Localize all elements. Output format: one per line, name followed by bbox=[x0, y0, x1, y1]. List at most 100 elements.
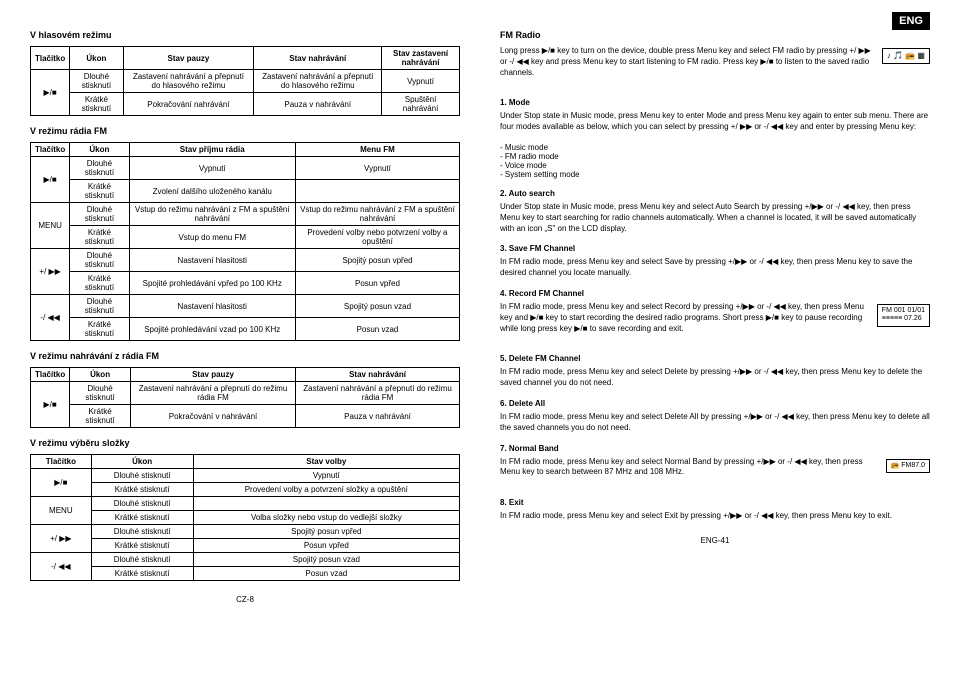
th: Stav zastavení nahrávání bbox=[382, 47, 460, 70]
td: Krátké stisknutí bbox=[70, 405, 131, 428]
paragraph: In FM radio mode, press Menu key and sel… bbox=[500, 257, 930, 279]
list-item: Music mode bbox=[500, 143, 930, 152]
td: Dlouhé stisknutí bbox=[70, 157, 129, 180]
td: Vstup do režimu nahrávání z FM a spuštěn… bbox=[295, 203, 459, 226]
td: MENU bbox=[31, 203, 70, 249]
th: Tlačítko bbox=[31, 143, 70, 157]
td: Zastavení nahrávání a přepnutí do režimu… bbox=[296, 382, 460, 405]
left-page: V hlasovém režimu Tlačítko Úkon Stav pau… bbox=[30, 20, 460, 604]
td: -/ ◀◀ bbox=[31, 295, 70, 341]
th: Menu FM bbox=[295, 143, 459, 157]
list-item: Voice mode bbox=[500, 161, 930, 170]
td: Dlouhé stisknutí bbox=[70, 203, 129, 226]
td: Provedení volby a potvrzení složky a opu… bbox=[193, 483, 459, 497]
td: ▶/■ bbox=[31, 157, 70, 203]
th: Tlačítko bbox=[31, 455, 92, 469]
td: Pauza v nahrávání bbox=[254, 93, 382, 116]
right-page: FM Radio ♪ 🎵 📻 ▦ Long press ▶/■ key to t… bbox=[500, 20, 930, 604]
td: Provedení volby nebo potvrzení volby a o… bbox=[295, 226, 459, 249]
td: Posun vzad bbox=[295, 318, 459, 341]
th: Úkon bbox=[70, 47, 123, 70]
td: Dlouhé stisknutí bbox=[91, 469, 193, 483]
td: Nastavení hlasitosti bbox=[129, 295, 295, 318]
td: Krátké stisknutí bbox=[70, 93, 123, 116]
td: Krátké stisknutí bbox=[91, 567, 193, 581]
td: Krátké stisknutí bbox=[91, 511, 193, 525]
td: ▶/■ bbox=[31, 70, 70, 116]
lcd-band: 📻 FM87.0 bbox=[886, 459, 930, 473]
td: Spojité prohledávání vpřed po 100 KHz bbox=[129, 272, 295, 295]
td: Zvolení dalšího uloženého kanálu bbox=[129, 180, 295, 203]
td bbox=[295, 180, 459, 203]
td: Krátké stisknutí bbox=[70, 226, 129, 249]
heading-delete: 5. Delete FM Channel bbox=[500, 354, 930, 363]
page-title: FM Radio bbox=[500, 30, 930, 40]
td: Krátké stisknutí bbox=[91, 539, 193, 553]
td: Krátké stisknutí bbox=[70, 180, 129, 203]
paragraph: In FM radio mode, press Menu key and sel… bbox=[500, 511, 930, 522]
td: +/ ▶▶ bbox=[31, 525, 92, 553]
td: +/ ▶▶ bbox=[31, 249, 70, 295]
td: Pauza v nahrávání bbox=[296, 405, 460, 428]
page-number-left: CZ-8 bbox=[30, 595, 460, 604]
th: Úkon bbox=[70, 368, 131, 382]
page-number-right: ENG-41 bbox=[500, 536, 930, 545]
paragraph: In FM radio mode, press Menu key and sel… bbox=[500, 302, 930, 334]
th: Tlačítko bbox=[31, 47, 70, 70]
td: Krátké stisknutí bbox=[70, 272, 129, 295]
section-heading: V režimu rádia FM bbox=[30, 126, 460, 136]
th: Úkon bbox=[70, 143, 129, 157]
td: Dlouhé stisknutí bbox=[70, 249, 129, 272]
modes-list: Music mode FM radio mode Voice mode Syst… bbox=[500, 143, 930, 179]
section-heading: V režimu výběru složky bbox=[30, 438, 460, 448]
music-icon: ♪ 🎵 📻 ▦ bbox=[887, 51, 925, 60]
table-fm-record-mode: Tlačítko Úkon Stav pauzy Stav nahrávání … bbox=[30, 367, 460, 428]
th: Stav nahrávání bbox=[296, 368, 460, 382]
td: Spojitý posun vzad bbox=[193, 553, 459, 567]
td: Vypnutí bbox=[295, 157, 459, 180]
radio-icon: 📻 bbox=[891, 462, 902, 469]
lcd-line: FM 001 01/01 bbox=[882, 307, 925, 315]
td: ▶/■ bbox=[31, 382, 70, 428]
td: Dlouhé stisknutí bbox=[91, 497, 193, 511]
lcd-record: FM 001 01/01 ≡≡≡≡≡ 07.26 bbox=[877, 304, 930, 327]
paragraph: Under Stop state in Music mode, press Me… bbox=[500, 111, 930, 133]
td: Dlouhé stisknutí bbox=[91, 525, 193, 539]
td: Posun vpřed bbox=[295, 272, 459, 295]
table-folder-mode: Tlačítko Úkon Stav volby ▶/■ Dlouhé stis… bbox=[30, 454, 460, 581]
lcd-text: FM87.0 bbox=[901, 462, 925, 469]
table-fm-radio-mode: Tlačítko Úkon Stav příjmu rádia Menu FM … bbox=[30, 142, 460, 341]
heading-mode: 1. Mode bbox=[500, 98, 930, 107]
td: Pokračování nahrávání bbox=[123, 93, 254, 116]
heading-save: 3. Save FM Channel bbox=[500, 244, 930, 253]
td: Krátké stisknutí bbox=[70, 318, 129, 341]
td: Spojitý posun vzad bbox=[295, 295, 459, 318]
td: Nastavení hlasitosti bbox=[129, 249, 295, 272]
td bbox=[193, 497, 459, 511]
td: Posun vzad bbox=[193, 567, 459, 581]
paragraph: In FM radio mode, press Menu key and sel… bbox=[500, 457, 930, 479]
td: Dlouhé stisknutí bbox=[91, 553, 193, 567]
heading-normal-band: 7. Normal Band bbox=[500, 444, 930, 453]
td: ▶/■ bbox=[31, 469, 92, 497]
th: Stav pauzy bbox=[130, 368, 295, 382]
language-badge: ENG bbox=[892, 12, 930, 30]
td: Zastavení nahrávání a přepnutí do hlasov… bbox=[123, 70, 254, 93]
td: MENU bbox=[31, 497, 92, 525]
td: Spojitý posun vpřed bbox=[193, 525, 459, 539]
td: Zastavení nahrávání a přepnutí do hlasov… bbox=[254, 70, 382, 93]
td: Krátké stisknutí bbox=[91, 483, 193, 497]
td: Spojitý posun vpřed bbox=[295, 249, 459, 272]
td: Volba složky nebo vstup do vedlejší slož… bbox=[193, 511, 459, 525]
paragraph: Under Stop state in Music mode, press Me… bbox=[500, 202, 930, 234]
td: Spojité prohledávání vzad po 100 KHz bbox=[129, 318, 295, 341]
th: Stav nahrávání bbox=[254, 47, 382, 70]
list-item: System setting mode bbox=[500, 170, 930, 179]
td: Spuštění nahrávání bbox=[382, 93, 460, 116]
td: Vypnutí bbox=[382, 70, 460, 93]
heading-exit: 8. Exit bbox=[500, 498, 930, 507]
section-heading: V režimu nahrávání z rádia FM bbox=[30, 351, 460, 361]
th: Stav pauzy bbox=[123, 47, 254, 70]
lcd-line: ≡≡≡≡≡ 07.26 bbox=[882, 315, 925, 323]
th: Úkon bbox=[91, 455, 193, 469]
